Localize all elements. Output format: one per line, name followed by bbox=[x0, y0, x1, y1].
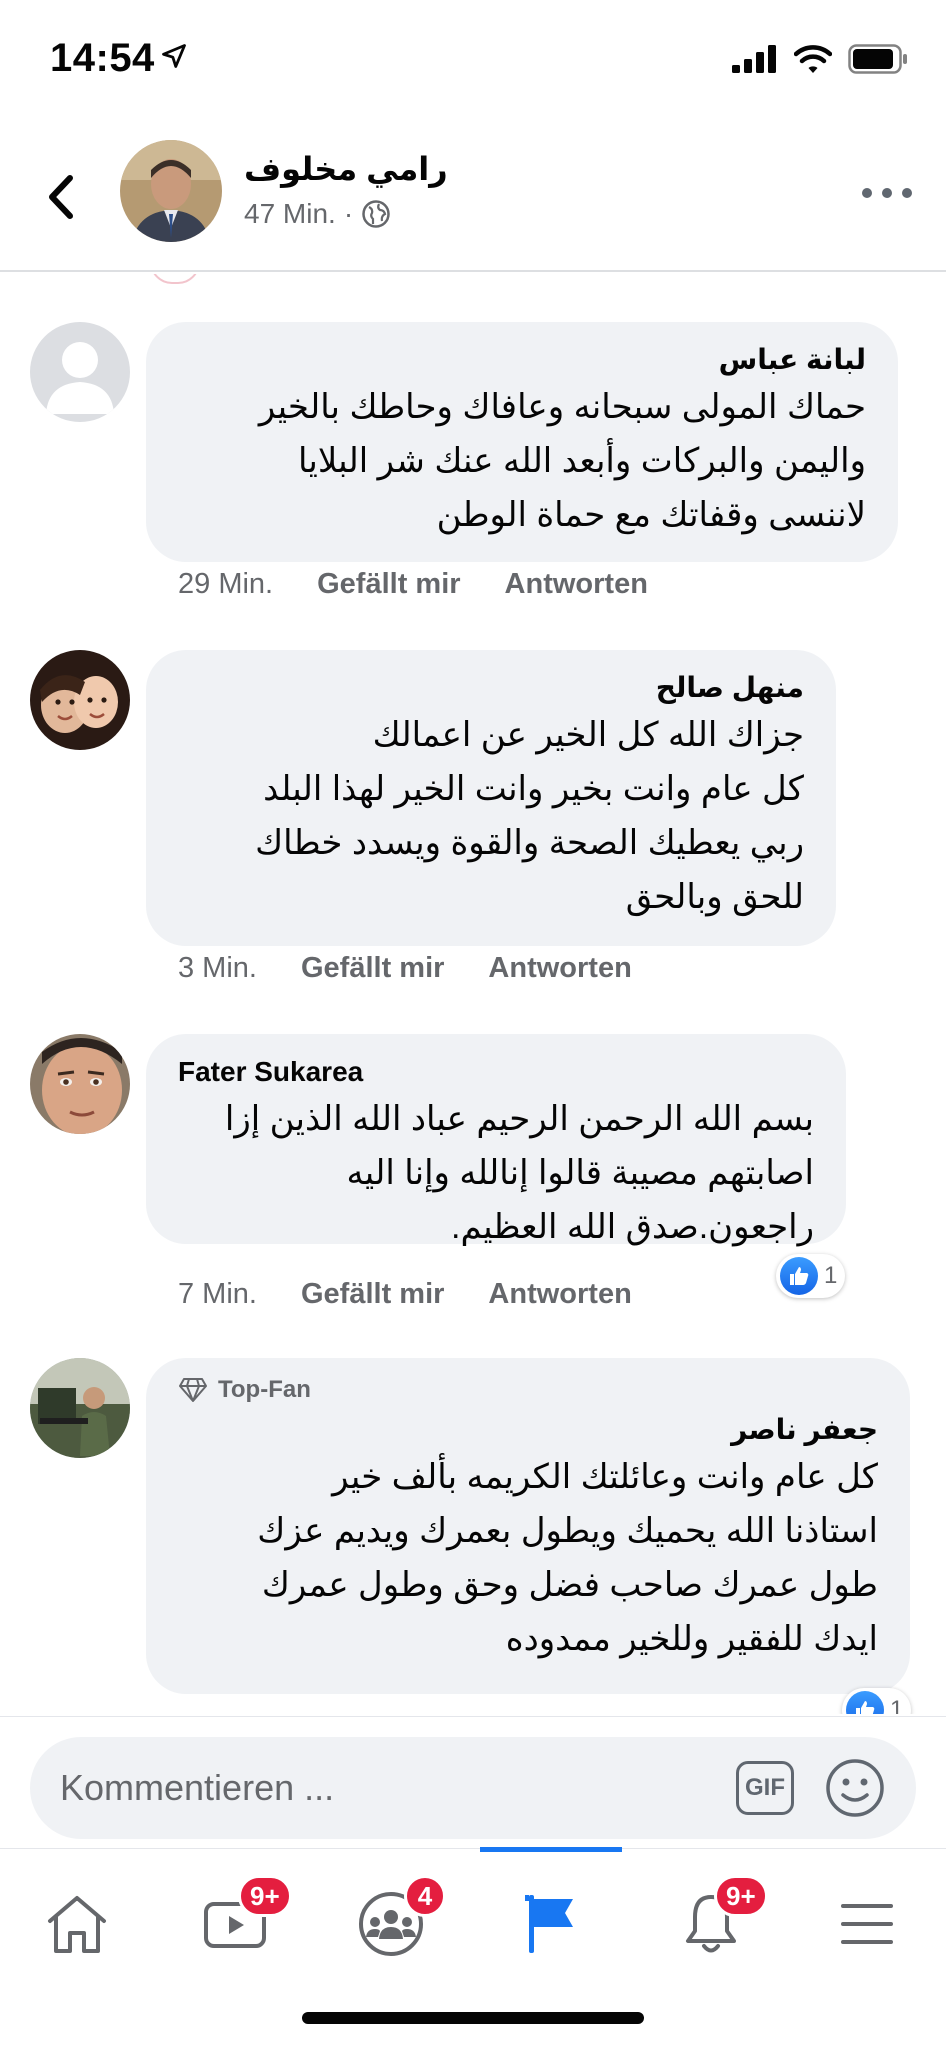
gif-button[interactable]: GIF bbox=[736, 1761, 794, 1815]
tab-pages[interactable] bbox=[496, 1879, 606, 1969]
meta-separator: · bbox=[343, 198, 354, 229]
like-button[interactable]: Gefällt mir bbox=[317, 568, 460, 601]
comment-text: حماك المولى سبحانه وعافاك وحاطك بالخير و… bbox=[258, 388, 866, 534]
post-age[interactable]: 47 Min. bbox=[244, 198, 336, 230]
active-tab-indicator bbox=[480, 1847, 622, 1852]
like-reaction-icon bbox=[780, 1257, 818, 1295]
comment-author[interactable]: جعفر ناصر bbox=[178, 1410, 878, 1450]
comment-time[interactable]: 3 Min. bbox=[178, 952, 257, 985]
dot-icon bbox=[882, 188, 892, 198]
location-arrow-icon bbox=[162, 44, 186, 68]
comment-author[interactable]: لبانة عباس bbox=[178, 340, 866, 380]
reply-button[interactable]: Antworten bbox=[488, 1278, 631, 1311]
comment-bubble[interactable]: Top-Fan جعفر ناصر كل عام وانت وعائلتك ال… bbox=[146, 1358, 910, 1694]
comment-composer: GIF bbox=[0, 1716, 946, 1848]
like-reaction-icon bbox=[846, 1691, 884, 1714]
comment-author[interactable]: منهل صالح bbox=[178, 668, 804, 708]
like-button[interactable]: Gefällt mir bbox=[301, 1278, 444, 1311]
profile-photo bbox=[30, 650, 130, 750]
comment-text: جزاك الله كل الخير عن اعمالك كل عام وانت… bbox=[255, 716, 804, 916]
comment-author[interactable]: Fater Sukarea bbox=[178, 1052, 814, 1092]
comment-text: كل عام وانت وعائلتك الكريمه بألف خير است… bbox=[257, 1458, 878, 1658]
top-fan-label: Top-Fan bbox=[218, 1376, 311, 1403]
dot-icon bbox=[862, 188, 872, 198]
profile-photo bbox=[120, 140, 222, 242]
avatar[interactable] bbox=[30, 322, 130, 422]
reply-button[interactable]: Antworten bbox=[505, 568, 648, 601]
status-bar: 14:54 bbox=[0, 0, 946, 120]
status-indicators bbox=[732, 44, 908, 74]
reaction-count: 1 bbox=[890, 1696, 904, 1714]
emoji-icon[interactable] bbox=[824, 1757, 886, 1819]
cut-off-reaction bbox=[150, 274, 200, 284]
post-header: رامي مخلوف 47 Min. · bbox=[0, 120, 946, 272]
more-options-button[interactable] bbox=[862, 178, 912, 208]
flag-icon bbox=[525, 1895, 573, 1953]
comment-actions: 29 Min. Gefällt mir Antworten bbox=[178, 568, 648, 601]
diamond-icon bbox=[179, 1378, 207, 1402]
reaction-summary[interactable]: 1 bbox=[776, 1254, 846, 1298]
reply-button[interactable]: Antworten bbox=[488, 952, 631, 985]
gif-label: GIF bbox=[745, 1774, 785, 1801]
dot-icon bbox=[902, 188, 912, 198]
signal-icon bbox=[732, 45, 776, 73]
home-icon bbox=[48, 1896, 106, 1953]
comment-time[interactable]: 7 Min. bbox=[178, 1278, 257, 1311]
post-meta: 47 Min. · bbox=[244, 198, 391, 230]
comment-actions: 3 Min. Gefällt mir Antworten bbox=[178, 952, 632, 985]
profile-photo bbox=[30, 1358, 130, 1458]
home-indicator[interactable] bbox=[302, 2012, 644, 2024]
composer-field[interactable]: GIF bbox=[30, 1737, 916, 1839]
comment-bubble[interactable]: لبانة عباس حماك المولى سبحانه وعافاك وحا… bbox=[146, 322, 898, 562]
watch-badge: 9+ bbox=[238, 1875, 292, 1917]
comment-bubble[interactable]: منهل صالح جزاك الله كل الخير عن اعمالك ك… bbox=[146, 650, 836, 946]
comment-input[interactable] bbox=[60, 1761, 710, 1815]
battery-icon bbox=[848, 44, 907, 74]
comment-bubble[interactable]: Fater Sukarea بسم الله الرحمن الرحيم عبا… bbox=[146, 1034, 846, 1246]
page-name[interactable]: رامي مخلوف bbox=[244, 150, 448, 188]
tab-home[interactable] bbox=[22, 1879, 132, 1969]
tab-watch[interactable]: 9+ bbox=[180, 1875, 292, 1969]
comment-time[interactable]: 29 Min. bbox=[178, 568, 273, 601]
top-fan-badge: Top-Fan bbox=[178, 1376, 878, 1404]
wifi-icon bbox=[794, 45, 832, 73]
avatar[interactable] bbox=[30, 1358, 130, 1458]
comment-text: بسم الله الرحمن الرحيم عباد الله الذين إ… bbox=[224, 1100, 814, 1246]
globe-icon bbox=[362, 200, 390, 228]
notifications-badge: 9+ bbox=[714, 1875, 768, 1917]
tab-notifications[interactable]: 9+ bbox=[656, 1875, 768, 1969]
tab-menu[interactable] bbox=[812, 1879, 922, 1969]
default-avatar-icon bbox=[30, 322, 130, 422]
groups-badge: 4 bbox=[404, 1875, 446, 1917]
tab-groups[interactable]: 4 bbox=[336, 1875, 446, 1969]
chevron-left-icon bbox=[49, 175, 73, 219]
comments-list[interactable]: لبانة عباس حماك المولى سبحانه وعافاك وحا… bbox=[0, 274, 946, 1714]
reaction-summary[interactable]: 1 bbox=[842, 1688, 912, 1714]
reaction-count: 1 bbox=[824, 1262, 838, 1289]
comment-actions: 7 Min. Gefällt mir Antworten bbox=[178, 1278, 632, 1311]
like-button[interactable]: Gefällt mir bbox=[301, 952, 444, 985]
profile-photo bbox=[30, 1034, 130, 1134]
page-avatar[interactable] bbox=[120, 140, 222, 242]
menu-icon bbox=[841, 1904, 893, 1944]
back-button[interactable] bbox=[36, 162, 86, 232]
avatar[interactable] bbox=[30, 650, 130, 750]
avatar[interactable] bbox=[30, 1034, 130, 1134]
status-time: 14:54 bbox=[50, 36, 155, 80]
